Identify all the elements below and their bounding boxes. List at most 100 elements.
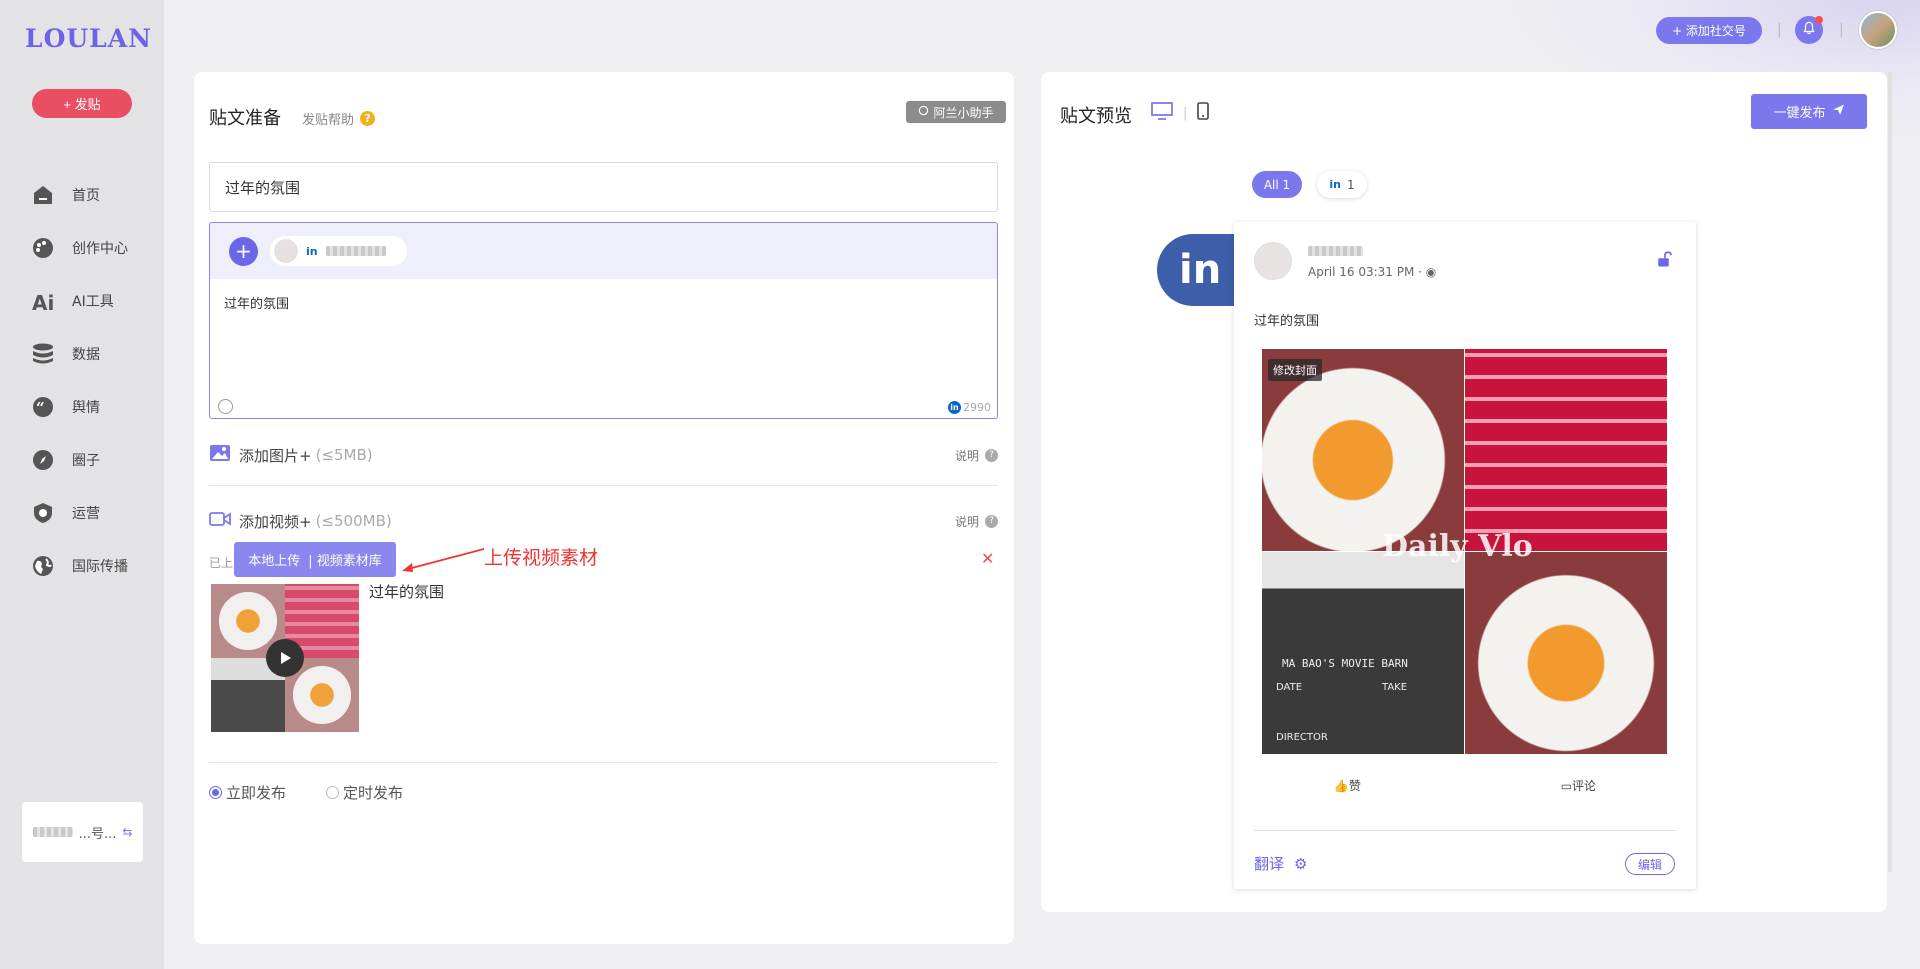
compass-icon	[30, 447, 56, 473]
annotation-text: 上传视频素材	[484, 547, 599, 569]
edit-button[interactable]: 编辑	[1625, 853, 1675, 875]
gear-icon[interactable]: ⚙	[1294, 855, 1307, 873]
upload-local-option[interactable]: 本地上传	[248, 550, 300, 569]
author-avatar	[1254, 242, 1292, 280]
send-icon	[1832, 103, 1845, 120]
device-toggle: |	[1151, 102, 1210, 124]
video-explain-link[interactable]: 说明 ?	[955, 513, 998, 530]
account-name-blurred	[325, 246, 386, 256]
video-thumbnail[interactable]	[211, 584, 359, 732]
post-body-text[interactable]: 过年的氛围	[210, 279, 997, 326]
translate-label: 翻译	[1254, 855, 1285, 873]
preview-title: 贴文预览	[1060, 106, 1132, 127]
help-icon: ?	[360, 111, 376, 126]
sidebar-item-label: AI工具	[72, 293, 114, 310]
unlock-icon[interactable]	[1656, 250, 1674, 268]
sidebar-item-label: 舆情	[72, 399, 100, 416]
uploaded-label: 已上	[209, 556, 234, 570]
media-quadrant	[1465, 349, 1667, 551]
compose-title: 贴文准备	[209, 108, 281, 129]
clapper-take: TAKE	[1382, 682, 1408, 693]
notification-bell[interactable]	[1795, 16, 1823, 44]
linkedin-icon: in	[948, 401, 961, 414]
remove-video-button[interactable]: ✕	[981, 549, 994, 568]
sidebar-item-label: 运营	[72, 505, 100, 522]
comment-button[interactable]: ▭评论	[1561, 777, 1596, 794]
divider	[1254, 830, 1676, 831]
globe-icon	[30, 553, 56, 579]
annotation-arrow	[402, 548, 484, 572]
linkedin-preview-card: April 16 03:31 PM · ◉ 过年的氛围 MA BAO'S MOV…	[1234, 222, 1696, 889]
sidebar-item-label: 国际传播	[72, 558, 128, 575]
edit-cover-button[interactable]: 修改封面	[1268, 359, 1322, 381]
account-name-blurred	[32, 827, 73, 837]
add-account-button[interactable]: +	[229, 236, 258, 266]
scrollbar[interactable]	[1888, 72, 1892, 872]
separator: |	[1839, 22, 1844, 38]
like-label: 赞	[1348, 779, 1361, 793]
selected-account-chip[interactable]: in	[270, 236, 407, 266]
sidebar-item-creation[interactable]: 创作中心	[0, 221, 164, 274]
sidebar-nav: 首页 创作中心 Ai AI工具 数据 “ 舆情 圈子 运营 国际传播	[0, 168, 164, 592]
sidebar-item-label: 数据	[72, 346, 100, 363]
publish-all-button[interactable]: 一键发布	[1751, 94, 1867, 129]
clapper-director: DIRECTOR	[1276, 732, 1328, 743]
image-icon	[209, 444, 231, 466]
logo[interactable]: LOULAN	[25, 24, 152, 53]
preview-panel: 贴文预览 | 一键发布 All 1 in 1 in April 16 03:31…	[1041, 72, 1887, 912]
assistant-button[interactable]: 阿兰小助手	[906, 101, 1006, 123]
divider	[209, 485, 998, 486]
quote-icon: “	[30, 394, 56, 420]
translate-link[interactable]: 翻译 ⚙	[1254, 853, 1307, 874]
clapper-text: MA BAO'S MOVIE BARN	[1282, 657, 1408, 670]
preview-post-text: 过年的氛围	[1254, 314, 1320, 329]
comment-icon: ▭	[1560, 779, 1573, 793]
sidebar-item-ai-tools[interactable]: Ai AI工具	[0, 274, 164, 327]
video-icon	[209, 510, 231, 532]
filter-linkedin-tab[interactable]: in 1	[1317, 171, 1367, 198]
add-video-label: 添加视频+	[239, 512, 312, 531]
preview-media[interactable]: MA BAO'S MOVIE BARN DATE TAKE DIRECTOR 修…	[1262, 349, 1667, 754]
chat-icon	[918, 105, 929, 119]
char-count-value: 2990	[963, 401, 991, 414]
sidebar-item-circle[interactable]: 圈子	[0, 433, 164, 486]
sidebar-item-international[interactable]: 国际传播	[0, 539, 164, 592]
account-switcher[interactable]: ...号... ⇆	[22, 802, 143, 862]
add-video-row[interactable]: 添加视频+ (≤500MB) 说明 ?	[209, 510, 998, 532]
publish-now-radio[interactable]: 立即发布	[209, 782, 286, 803]
image-explain-link[interactable]: 说明 ?	[955, 447, 998, 464]
filter-all-tab[interactable]: All 1	[1252, 171, 1302, 198]
media-quadrant	[1465, 552, 1667, 754]
add-social-account-button[interactable]: + 添加社交号	[1656, 17, 1762, 44]
comment-label: 评论	[1572, 779, 1597, 793]
sidebar-item-operations[interactable]: 运营	[0, 486, 164, 539]
post-title-input[interactable]: 过年的氛围	[209, 162, 998, 212]
emoji-icon[interactable]	[218, 399, 233, 414]
sidebar-item-sentiment[interactable]: “ 舆情	[0, 380, 164, 433]
upload-source-menu: 本地上传 | 视频素材库	[234, 542, 396, 577]
sidebar-item-home[interactable]: 首页	[0, 168, 164, 221]
video-library-option[interactable]: | 视频素材库	[308, 550, 382, 569]
publish-scheduled-label: 定时发布	[343, 784, 404, 802]
shield-icon	[30, 500, 56, 526]
account-avatar	[274, 239, 298, 263]
post-editor[interactable]: + in 过年的氛围 in 2990	[209, 222, 998, 419]
assistant-label: 阿兰小助手	[933, 105, 994, 120]
post-help-link[interactable]: 发贴帮助 ?	[302, 109, 376, 128]
mobile-icon[interactable]	[1197, 102, 1210, 124]
like-button[interactable]: 👍赞	[1334, 777, 1361, 794]
svg-text:Ai: Ai	[32, 291, 54, 313]
post-actions: 👍赞 ▭评论	[1234, 777, 1696, 794]
publish-scheduled-radio[interactable]: 定时发布	[326, 782, 403, 803]
author-name-blurred	[1308, 246, 1363, 256]
divider	[209, 762, 998, 763]
sidebar-item-data[interactable]: 数据	[0, 327, 164, 380]
video-title: 过年的氛围	[369, 583, 445, 601]
play-icon[interactable]	[266, 639, 304, 677]
new-post-button[interactable]: + 发贴	[32, 89, 132, 118]
desktop-icon[interactable]	[1151, 102, 1173, 124]
publish-all-label: 一键发布	[1773, 106, 1826, 121]
user-avatar[interactable]	[1859, 11, 1897, 49]
add-image-row[interactable]: 添加图片+ (≤5MB) 说明 ?	[209, 444, 998, 466]
svg-text:“: “	[36, 399, 45, 417]
